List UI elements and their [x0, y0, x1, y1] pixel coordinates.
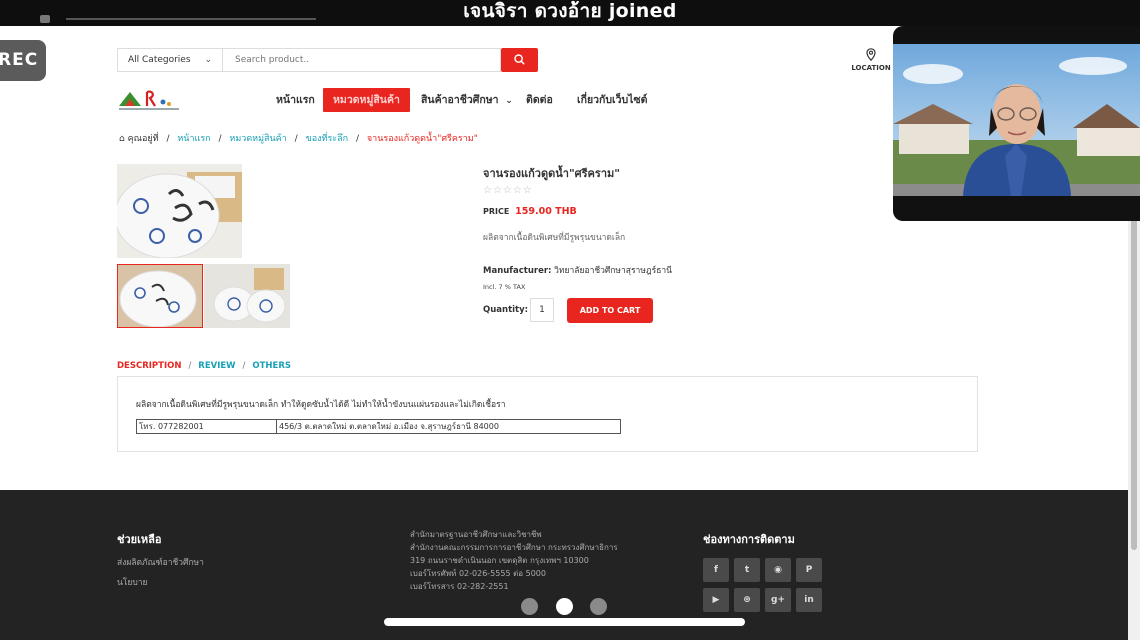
- chevron-down-icon: ⌄: [505, 96, 513, 106]
- contact-address-cell: 456/3 ต.ตลาดใหม่ ต.ตลาดใหม่ อ.เมือง จ.สุ…: [279, 422, 499, 431]
- description-panel: ผลิตจากเนื้อดินพิเศษที่มีรูพรุนขนาดเล็ก …: [117, 376, 978, 452]
- nav-item-categories[interactable]: หมวดหมู่สินค้า: [323, 88, 410, 112]
- footer-link-submit-product[interactable]: ส่งผลิตภัณฑ์อาชีวศึกษา: [117, 555, 204, 569]
- linkedin-icon[interactable]: in: [796, 588, 822, 612]
- price-value: 159.00 THB: [515, 206, 577, 217]
- location-pin-icon: [866, 48, 876, 61]
- footer-address-line: สำนักงานคณะกรรมการการอาชีวศึกษา กระทรวงศ…: [410, 543, 618, 552]
- youtube-icon[interactable]: ▶: [703, 588, 729, 612]
- manufacturer-value: วิทยาลัยอาชีวศึกษาสุราษฎร์ธานี: [554, 266, 672, 276]
- breadcrumb-link-souvenirs[interactable]: ของที่ระลึก: [306, 134, 349, 144]
- rss-icon[interactable]: ◉: [765, 558, 791, 582]
- manufacturer-label: Manufacturer:: [483, 266, 552, 276]
- footer-address-line: เบอร์โทรศัพท์ 02-026-5555 ต่อ 5000: [410, 569, 546, 578]
- product-title: จานรองแก้วดูดน้ำ"ศรีคราม": [483, 167, 620, 180]
- price-row: PRICE 159.00 THB: [483, 206, 577, 217]
- footer-follow-heading: ช่องทางการติดตาม: [703, 533, 795, 546]
- rating-stars[interactable]: ☆☆☆☆☆: [483, 185, 533, 196]
- description-text: ผลิตจากเนื้อดินพิเศษที่มีรูพรุนขนาดเล็ก …: [136, 400, 506, 410]
- nav-item-about[interactable]: เกี่ยวกับเว็บไซต์: [577, 88, 647, 112]
- nav-item-home[interactable]: หน้าแรก: [276, 88, 315, 112]
- search-input[interactable]: [223, 48, 501, 72]
- tab-description[interactable]: DESCRIPTION: [117, 361, 181, 371]
- google-plus-icon[interactable]: g+: [765, 588, 791, 612]
- page-scrollbar[interactable]: [1128, 200, 1140, 640]
- dribbble-icon[interactable]: ⊛: [734, 588, 760, 612]
- category-select[interactable]: All Categories ⌄: [117, 48, 223, 72]
- location-link[interactable]: LOCATION: [850, 48, 892, 72]
- footer-help-heading: ช่วยเหลือ: [117, 533, 162, 546]
- home-indicator-bar[interactable]: [384, 618, 745, 626]
- footer-address-line: เบอร์โทรสาร 02-282-2551: [410, 582, 509, 591]
- participant-video-frame: [893, 44, 1140, 196]
- manufacturer-row: Manufacturer: วิทยาลัยอาชีวศึกษาสุราษฎร์…: [483, 263, 672, 277]
- contact-table: โทร. 077282001 456/3 ต.ตลาดใหม่ ต.ตลาดให…: [136, 419, 621, 434]
- nav-item-vocational-products[interactable]: สินค้าอาชีวศึกษา ⌄: [421, 88, 513, 112]
- site-logo[interactable]: [117, 84, 181, 116]
- pinterest-icon[interactable]: P: [796, 558, 822, 582]
- nav-item-contact[interactable]: ติดต่อ: [526, 88, 553, 112]
- footer-address-line: 319 ถนนราชดำเนินนอก เขตดุสิต กรุงเทพฯ 10…: [410, 556, 589, 565]
- page-dot-3[interactable]: [590, 598, 607, 615]
- page-dot-2[interactable]: [556, 598, 573, 615]
- search-icon: [514, 54, 525, 65]
- facebook-icon[interactable]: f: [703, 558, 729, 582]
- twitter-icon[interactable]: t: [734, 558, 760, 582]
- product-thumbnail-1[interactable]: [117, 264, 203, 328]
- category-select-value: All Categories: [128, 55, 191, 65]
- breadcrumb-current: จานรองแก้วดูดน้ำ"ศรีคราม": [366, 134, 478, 144]
- recording-indicator[interactable]: REC: [0, 40, 46, 81]
- join-notice-text: เจนจิรา ดวงอ้าย joined: [463, 0, 677, 22]
- search-button[interactable]: [501, 48, 538, 72]
- tab-others[interactable]: OTHERS: [252, 361, 291, 371]
- product-main-image[interactable]: [117, 164, 242, 258]
- breadcrumb-prefix: คุณอยู่ที่: [127, 134, 159, 144]
- footer-address-line: สำนักมาตรฐานอาชีวศึกษาและวิชาชีพ: [410, 530, 542, 539]
- product-tabs: DESCRIPTION / REVIEW / OTHERS: [117, 361, 291, 371]
- home-icon: ⌂: [119, 134, 125, 144]
- breadcrumb-link-categories[interactable]: หมวดหมู่สินค้า: [229, 134, 286, 144]
- add-to-cart-button[interactable]: ADD TO CART: [567, 298, 653, 323]
- product-short-description: ผลิตจากเนื้อดินพิเศษที่มีรูพรุนขนาดเล็ก: [483, 233, 626, 243]
- product-thumbnail-2[interactable]: [204, 264, 290, 328]
- chevron-down-icon: ⌄: [204, 55, 212, 65]
- page-dot-1[interactable]: [521, 598, 538, 615]
- contact-phone-cell: โทร. 077282001: [137, 420, 277, 433]
- join-notice-banner: เจนจิรา ดวงอ้าย joined: [0, 0, 1140, 26]
- quantity-label: Quantity:: [483, 305, 529, 315]
- footer-link-policy[interactable]: นโยบาย: [117, 575, 148, 589]
- price-label: PRICE: [483, 207, 510, 216]
- quantity-input[interactable]: 1: [530, 298, 554, 322]
- nav-item-label: สินค้าอาชีวศึกษา: [421, 94, 499, 106]
- breadcrumb-link-home[interactable]: หน้าแรก: [177, 134, 210, 144]
- footer-address: สำนักมาตรฐานอาชีวศึกษาและวิชาชีพ สำนักงา…: [410, 528, 618, 593]
- participant-video-tile[interactable]: [893, 26, 1140, 221]
- breadcrumb: ⌂ คุณอยู่ที่ / หน้าแรก / หมวดหมู่สินค้า …: [119, 134, 478, 144]
- tax-note: Incl. 7 % TAX: [483, 283, 526, 291]
- location-label: LOCATION: [851, 64, 891, 72]
- tab-review[interactable]: REVIEW: [198, 361, 235, 371]
- scrollbar-thumb[interactable]: [1131, 200, 1137, 550]
